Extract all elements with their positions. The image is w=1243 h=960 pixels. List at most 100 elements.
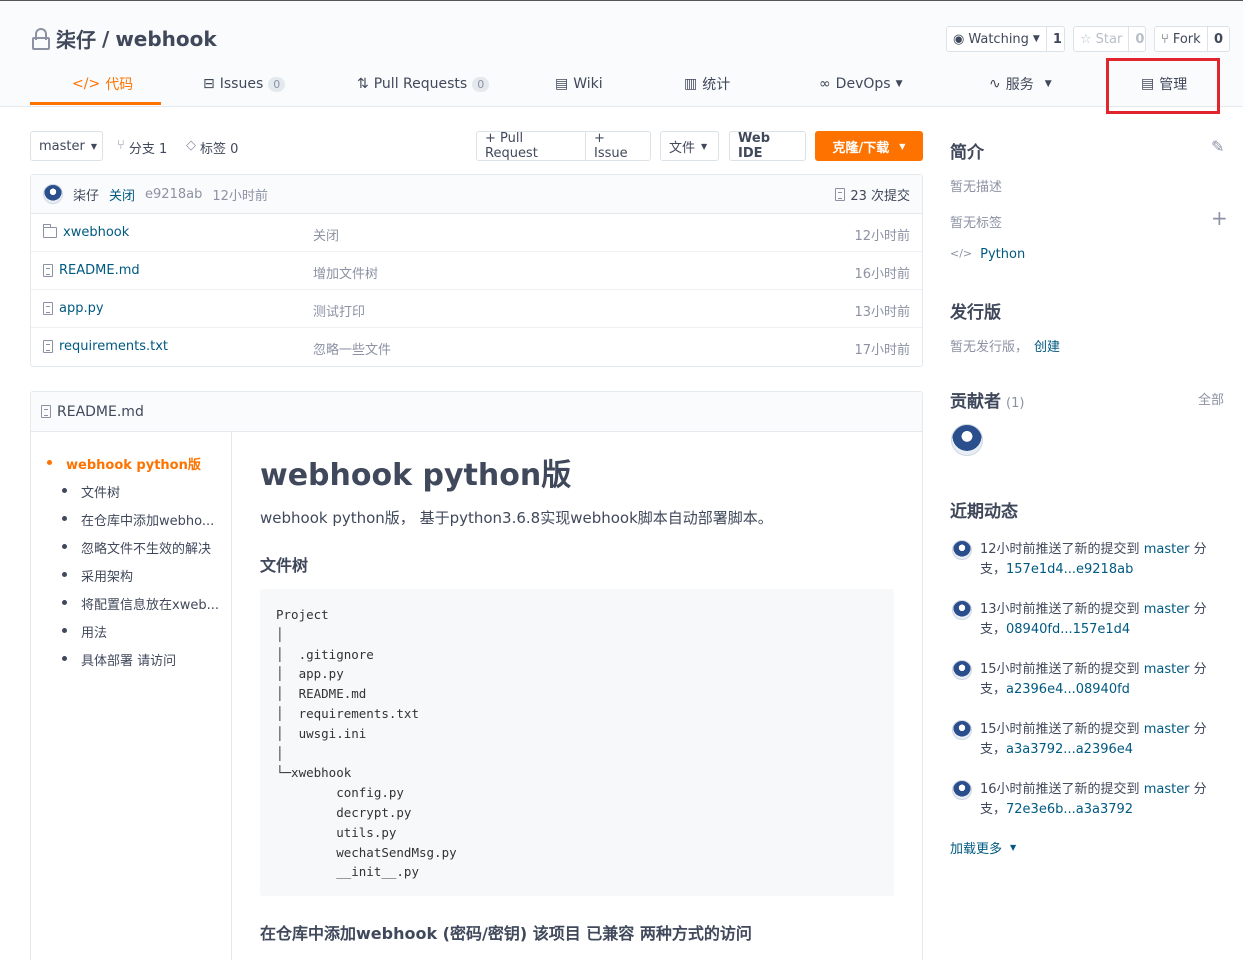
- activity-item: 13小时前推送了新的提交到 master 分支，08940fd...157e1d…: [952, 600, 1222, 640]
- avatar[interactable]: [43, 184, 63, 204]
- tab-code[interactable]: </> 代码: [72, 62, 133, 106]
- file-name[interactable]: requirements.txt: [59, 339, 168, 354]
- caret-down-icon: ▼: [1032, 34, 1040, 44]
- toc-item[interactable]: 采用架构: [31, 566, 231, 594]
- lock-icon: [32, 27, 50, 50]
- toc-item[interactable]: 将配置信息放在xweb...: [31, 594, 231, 622]
- activity-text: 15小时前推送了新的提交到: [980, 722, 1140, 737]
- create-release-link[interactable]: 创建: [1034, 336, 1060, 355]
- file-commit-message[interactable]: 增加文件树: [313, 263, 378, 282]
- avatar[interactable]: [952, 540, 972, 560]
- tags-link[interactable]: ◇ 标签 0: [186, 138, 238, 157]
- file-commit-message[interactable]: 关闭: [313, 225, 339, 244]
- toc-item[interactable]: 文件树: [31, 482, 231, 510]
- readme-title: webhook python版: [260, 458, 572, 493]
- activity-branch[interactable]: master: [1144, 662, 1190, 677]
- clone-download-button[interactable]: 克隆/下载 ▼: [815, 131, 923, 161]
- releases-info: 暂无发行版， 创建: [950, 336, 1060, 355]
- tab-issues[interactable]: ⊟ Issues 0: [203, 62, 286, 106]
- folder-icon: [43, 224, 57, 238]
- activity-commit-range[interactable]: 08940fd...157e1d4: [1006, 622, 1130, 637]
- activity-branch[interactable]: master: [1144, 722, 1190, 737]
- file-time: 12小时前: [854, 229, 910, 244]
- tab-services[interactable]: ∿ 服务 ▼: [989, 62, 1052, 106]
- contributors-all-link[interactable]: 全部: [1198, 389, 1224, 408]
- repo-separator: /: [102, 26, 110, 51]
- tab-label: 代码: [105, 77, 134, 93]
- avatar[interactable]: [952, 780, 972, 800]
- file-label: 文件: [669, 140, 696, 156]
- activity-branch[interactable]: master: [1144, 782, 1190, 797]
- file-name[interactable]: app.py: [59, 301, 104, 316]
- avatar[interactable]: [952, 660, 972, 680]
- web-ide-button[interactable]: Web IDE: [729, 131, 806, 161]
- activity-suffix: 分: [1193, 662, 1207, 677]
- edit-icon[interactable]: ✎: [1211, 137, 1224, 156]
- add-tag-icon[interactable]: +: [1211, 206, 1228, 230]
- branch-selector[interactable]: master ▼: [30, 131, 103, 161]
- commit-hash[interactable]: e9218ab: [145, 187, 202, 202]
- new-issue-button[interactable]: + Issue: [585, 131, 651, 161]
- infinity-icon: ∞: [819, 76, 831, 92]
- tab-label: 统计: [702, 77, 731, 93]
- watch-count[interactable]: 1: [1045, 27, 1068, 51]
- activity-item: 16小时前推送了新的提交到 master 分支，72e3e6b...a3a379…: [952, 780, 1222, 820]
- commit-message[interactable]: 关闭: [109, 185, 135, 204]
- file-time: 17小时前: [854, 343, 910, 358]
- file-row: requirements.txt 忽略一些文件 17小时前: [31, 328, 922, 366]
- file-name[interactable]: README.md: [59, 263, 140, 278]
- fork-count[interactable]: 0: [1206, 27, 1229, 51]
- issues-count-badge: 0: [268, 76, 286, 92]
- language-tag[interactable]: </> Python: [950, 247, 1025, 262]
- toc-item[interactable]: 忽略文件不生效的解决: [31, 538, 231, 566]
- activity-commit-range[interactable]: 157e1d4...e9218ab: [1006, 562, 1133, 577]
- tab-pull-requests[interactable]: ⇅ Pull Requests 0: [357, 62, 490, 106]
- readme-heading-webhook: 在仓库中添加webhook (密码/密钥) 该项目 已兼容 两种方式的访问: [260, 924, 752, 943]
- history-icon: [835, 187, 846, 201]
- contributors-heading: 贡献者 (1): [950, 387, 1024, 412]
- pulse-icon: ∿: [989, 76, 1001, 92]
- readme-code-block: Project │ │ .gitignore │ app.py │ README…: [260, 589, 894, 896]
- star-count[interactable]: 0: [1128, 27, 1150, 51]
- file-name[interactable]: xwebhook: [63, 225, 129, 240]
- tab-wiki[interactable]: ▤ Wiki: [555, 62, 603, 106]
- toc-item[interactable]: 在仓库中添加webho...: [31, 510, 231, 538]
- tab-devops[interactable]: ∞ DevOps ▼: [819, 62, 902, 106]
- activity-branch[interactable]: master: [1144, 602, 1190, 617]
- file-commit-message[interactable]: 忽略一些文件: [313, 339, 391, 358]
- readme-intro: webhook python版， 基于python3.6.8实现webhook脚…: [260, 509, 773, 527]
- toc-item[interactable]: webhook python版: [31, 454, 231, 482]
- activity-commit-range[interactable]: a2396e4...08940fd: [1006, 682, 1130, 697]
- branches-link[interactable]: ⑂ 分支 1: [117, 138, 167, 157]
- load-more-link[interactable]: 加载更多 ▼: [950, 838, 1016, 857]
- file-commit-message[interactable]: 测试打印: [313, 301, 365, 320]
- fork-button[interactable]: ⑂ Fork 0: [1154, 26, 1230, 52]
- new-pull-request-button[interactable]: + Pull Request: [476, 131, 586, 161]
- caret-down-icon: ▼: [701, 141, 708, 151]
- file-time: 16小时前: [854, 267, 910, 282]
- watch-button[interactable]: ◉ Watching ▼ 1: [946, 26, 1065, 52]
- commit-count: 23 次提交: [850, 188, 910, 204]
- tab-label: Pull Requests: [373, 76, 468, 92]
- toc-item[interactable]: 用法: [31, 622, 231, 650]
- toc-item[interactable]: 具体部署 请访问: [31, 650, 231, 678]
- commit-author[interactable]: 柒仔: [73, 185, 99, 204]
- wiki-icon: ▤: [555, 76, 569, 92]
- contributor-avatar[interactable]: [951, 424, 983, 456]
- file-menu-button[interactable]: 文件 ▼: [660, 131, 719, 161]
- commit-count-link[interactable]: 23 次提交: [835, 185, 910, 204]
- repo-owner[interactable]: 柒仔: [56, 24, 96, 53]
- avatar[interactable]: [952, 720, 972, 740]
- activity-heading: 近期动态: [950, 502, 1018, 522]
- activity-branch[interactable]: master: [1144, 542, 1190, 557]
- star-button[interactable]: ☆ Star 0: [1073, 26, 1146, 52]
- repo-name[interactable]: webhook: [115, 27, 216, 51]
- tab-stats[interactable]: ▥ 统计: [684, 62, 730, 106]
- avatar[interactable]: [952, 600, 972, 620]
- readme-header: README.md: [31, 392, 922, 432]
- caret-down-icon: ▼: [1044, 79, 1052, 89]
- activity-commit-range[interactable]: a3a3792...a2396e4: [1006, 742, 1133, 757]
- activity-commit-range[interactable]: 72e3e6b...a3a3792: [1006, 802, 1133, 817]
- file-row: app.py 测试打印 13小时前: [31, 290, 922, 328]
- tag-icon: ◇: [186, 138, 196, 153]
